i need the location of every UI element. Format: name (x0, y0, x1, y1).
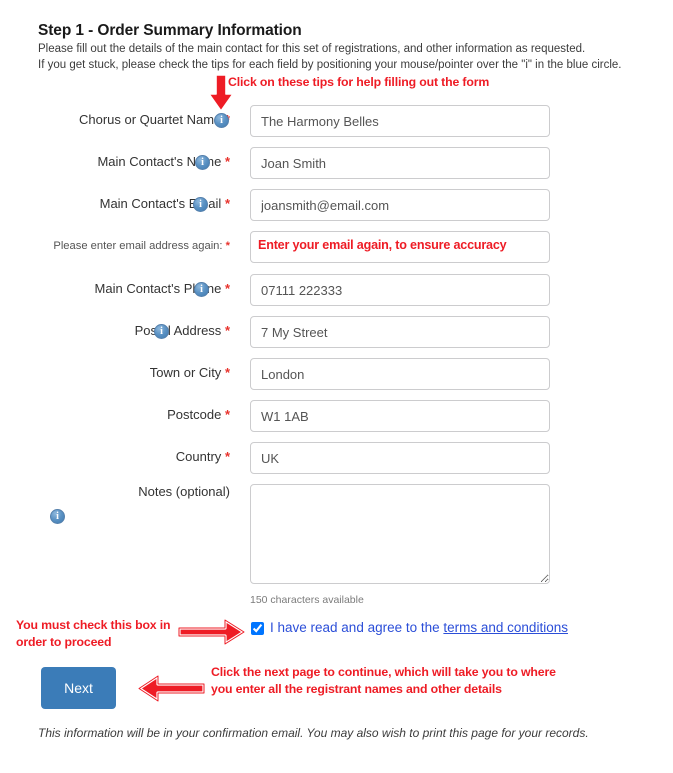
info-icon-notes[interactable]: i (50, 509, 65, 524)
footer-note: This information will be in your confirm… (38, 726, 589, 740)
info-icon-contact-phone[interactable]: i (194, 282, 209, 297)
input-notes[interactable] (250, 484, 550, 584)
input-postcode[interactable] (250, 400, 550, 432)
info-icon-chorus-name[interactable]: i (214, 113, 229, 128)
input-postal-address[interactable] (250, 316, 550, 348)
terms-checkbox[interactable] (251, 622, 264, 635)
next-button[interactable]: Next (41, 667, 116, 709)
input-contact-name[interactable] (250, 147, 550, 179)
info-icon-contact-name[interactable]: i (195, 155, 210, 170)
label-town-city: Town or City * (149, 365, 230, 380)
label-notes: Notes (optional) (138, 484, 230, 499)
input-chorus-name[interactable] (250, 105, 550, 137)
annotation-next-text: Click the next page to continue, which w… (211, 665, 556, 696)
input-country[interactable] (250, 442, 550, 474)
terms-text-before: I have read and agree to the (270, 620, 444, 635)
label-contact-phone: Main Contact's Phone * (94, 281, 230, 296)
label-contact-name: Main Contact's Name * (97, 154, 230, 169)
terms-label: I have read and agree to the terms and c… (270, 620, 568, 635)
order-summary-form-page: Step 1 - Order Summary Information Pleas… (0, 0, 673, 773)
label-postcode: Postcode * (167, 407, 230, 422)
annotation-tips-text: Click on these tips for help filling out… (228, 75, 490, 89)
header-instruction-line-2: If you get stuck, please check the tips … (38, 59, 622, 71)
page-title: Step 1 - Order Summary Information (38, 22, 302, 39)
input-contact-phone[interactable] (250, 274, 550, 306)
annotation-arrow-down-icon (208, 74, 234, 112)
annotation-arrow-right-icon (178, 619, 246, 645)
info-icon-postal-address[interactable]: i (154, 324, 169, 339)
annotation-checkbox-text: You must check this box in order to proc… (16, 618, 171, 649)
label-chorus-name: Chorus or Quartet Name * (78, 112, 230, 127)
label-contact-email: Main Contact's Email * (99, 196, 230, 211)
label-postal-address: Postal Address * (134, 323, 230, 338)
label-confirm-email: Please enter email address again: * (53, 240, 230, 252)
terms-and-conditions-link[interactable]: terms and conditions (443, 620, 568, 635)
header-instruction-line-1: Please fill out the details of the main … (38, 43, 586, 55)
annotation-arrow-left-icon (137, 675, 206, 702)
label-country: Country * (175, 449, 230, 464)
input-town-city[interactable] (250, 358, 550, 390)
notes-character-counter: 150 characters available (250, 594, 364, 606)
info-icon-contact-email[interactable]: i (193, 197, 208, 212)
input-contact-email[interactable] (250, 189, 550, 221)
input-confirm-email[interactable] (250, 231, 550, 263)
